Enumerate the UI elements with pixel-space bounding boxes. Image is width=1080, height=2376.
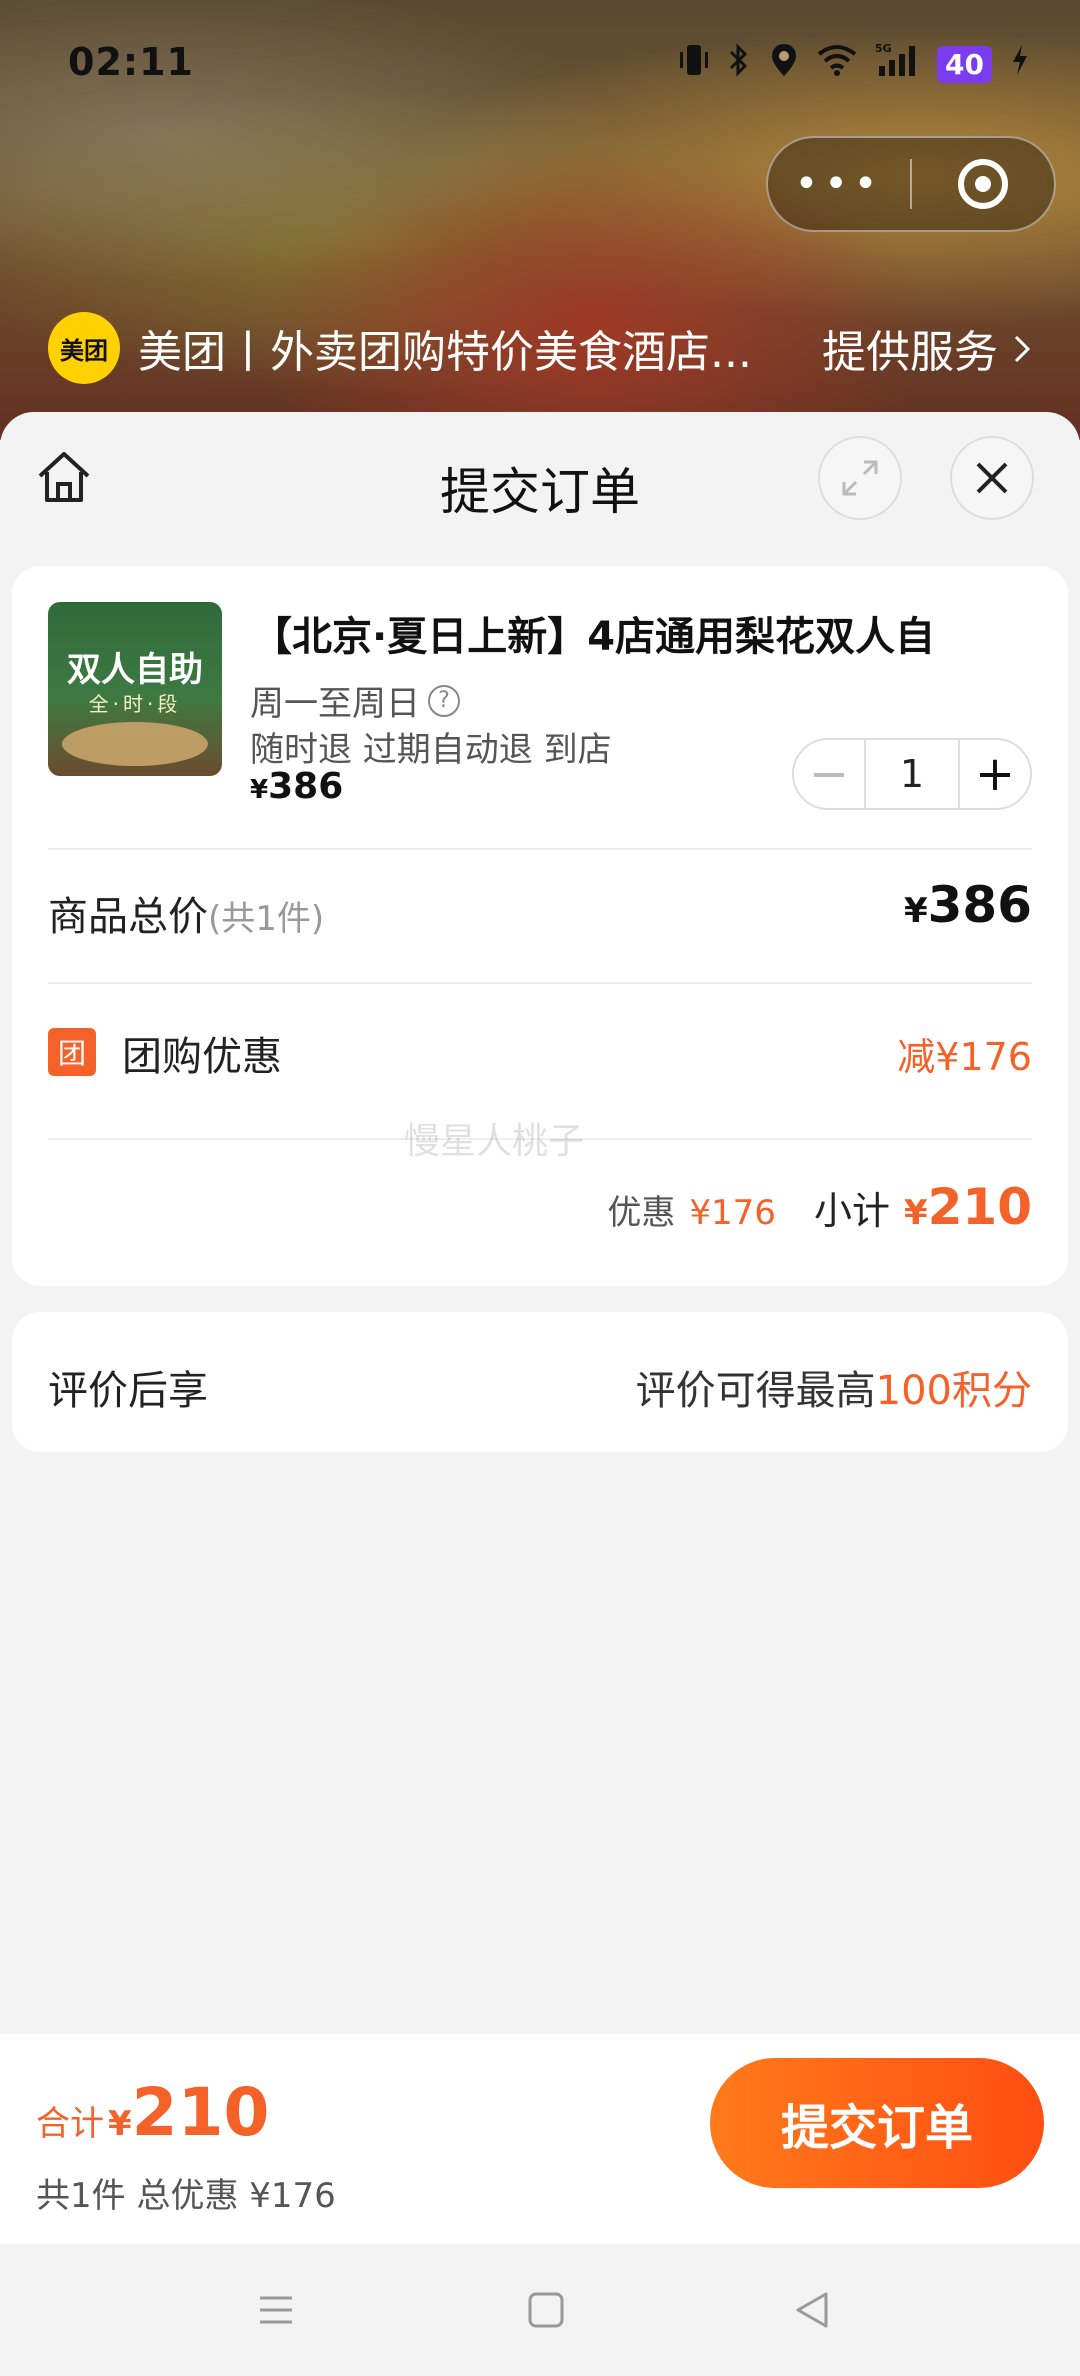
exit-miniprogram-button[interactable] [912, 159, 1054, 209]
subtotal-label: 小计 [813, 1189, 890, 1233]
quantity-value[interactable]: 1 [864, 740, 960, 808]
provider-service-link[interactable]: 提供服务 [822, 316, 1032, 380]
help-icon[interactable]: ? [428, 684, 460, 717]
product-image[interactable]: 双人自助 全·时·段 [48, 602, 222, 776]
status-icons: 5G 40 [679, 42, 1030, 86]
availability-text: 周一至周日 [250, 684, 420, 724]
location-icon [769, 42, 799, 86]
divider [48, 848, 1032, 850]
product-price: ¥386 [250, 766, 343, 807]
grand-total-value: 210 [131, 2074, 270, 2151]
subtotal-row: 优惠 ¥176 小计 ¥210 [607, 1178, 1032, 1236]
sheet-header: 提交订单 [0, 412, 1080, 542]
grand-total-summary: 共1件 总优惠 ¥176 [36, 2176, 336, 2216]
checkout-bar: 合计 ¥ 210 共1件 总优惠 ¥176 提交订单 [0, 2034, 1080, 2244]
home-nav-button[interactable] [516, 2280, 576, 2340]
cellular-signal-icon: 5G [875, 42, 919, 86]
group-buy-discount-value: 减¥176 [897, 1035, 1032, 1079]
provider-name: 美团丨外卖团购特价美食酒店... [138, 327, 752, 378]
expand-button[interactable] [818, 436, 902, 520]
target-icon [957, 159, 1008, 209]
close-icon [976, 462, 1008, 494]
back-nav-button[interactable] [782, 2280, 842, 2340]
vibrate-icon [679, 42, 709, 86]
page-title: 提交订单 [440, 463, 640, 521]
review-reward-label: 评价后享 [48, 1368, 208, 1414]
group-buy-icon: 团 [48, 1028, 96, 1076]
product-image-title: 双人自助 [67, 650, 203, 690]
battery-indicator: 40 [937, 45, 992, 83]
product-image-subtitle: 全·时·段 [88, 692, 182, 716]
grand-total-label: 合计 [36, 2104, 104, 2144]
service-provider-bar[interactable]: 美团 美团丨外卖团购特价美食酒店... 提供服务 [48, 308, 1032, 388]
more-menu-button[interactable]: ••• [768, 161, 910, 207]
close-button[interactable] [950, 436, 1034, 520]
review-reward-card[interactable]: 评价后享 评价可得最高100积分 [12, 1312, 1068, 1452]
system-navigation-bar [0, 2244, 1080, 2376]
expand-icon [842, 460, 878, 496]
discount-summary-label: 优惠 [607, 1193, 676, 1233]
group-buy-discount-label: 团购优惠 [122, 1034, 282, 1080]
goods-total-price: ¥386 [903, 876, 1032, 934]
refund-policy: 随时退 过期自动退 到店 [250, 730, 612, 770]
discount-summary-value: ¥176 [689, 1193, 776, 1233]
charging-icon [1010, 43, 1030, 85]
chevron-right-icon [1012, 327, 1032, 378]
goods-total-label: 商品总价(共1件) [48, 894, 325, 940]
svg-text:5G: 5G [875, 42, 892, 55]
recent-apps-button[interactable] [246, 2280, 306, 2340]
bluetooth-icon [727, 42, 751, 86]
currency-symbol: ¥ [250, 775, 269, 805]
increase-quantity-button[interactable]: + [960, 750, 1030, 798]
quantity-stepper: − 1 + [792, 738, 1032, 810]
wifi-icon [817, 44, 857, 84]
provider-service-label: 提供服务 [822, 327, 998, 378]
meituan-logo: 美团 [48, 312, 120, 384]
subtotal-value: ¥210 [903, 1178, 1032, 1236]
product-title[interactable]: 【北京·夏日上新】4店通用梨花双人自 [252, 604, 935, 662]
menu-icon [260, 2296, 292, 2324]
goods-count: (共1件) [208, 899, 325, 939]
review-points: 100积分 [875, 1368, 1032, 1414]
price-value: 386 [268, 766, 344, 807]
divider [48, 982, 1032, 984]
grand-total: 合计 ¥ 210 [36, 2074, 269, 2151]
square-icon [528, 2292, 564, 2328]
watermark: 慢星人桃子 [404, 1121, 585, 1162]
product-availability: 周一至周日 ? [250, 676, 460, 725]
miniprogram-capsule: ••• [766, 136, 1056, 232]
status-time: 02:11 [68, 40, 194, 84]
status-bar: 02:11 5G 40 [0, 0, 1080, 130]
order-card: 双人自助 全·时·段 【北京·夏日上新】4店通用梨花双人自 周一至周日 ? 随时… [12, 566, 1068, 1286]
decrease-quantity-button[interactable]: − [794, 750, 864, 798]
back-triangle-icon [796, 2292, 828, 2328]
review-reward-text: 评价可得最高100积分 [635, 1368, 1032, 1414]
grand-total-currency: ¥ [108, 2104, 132, 2144]
submit-order-button[interactable]: 提交订单 [710, 2058, 1044, 2188]
